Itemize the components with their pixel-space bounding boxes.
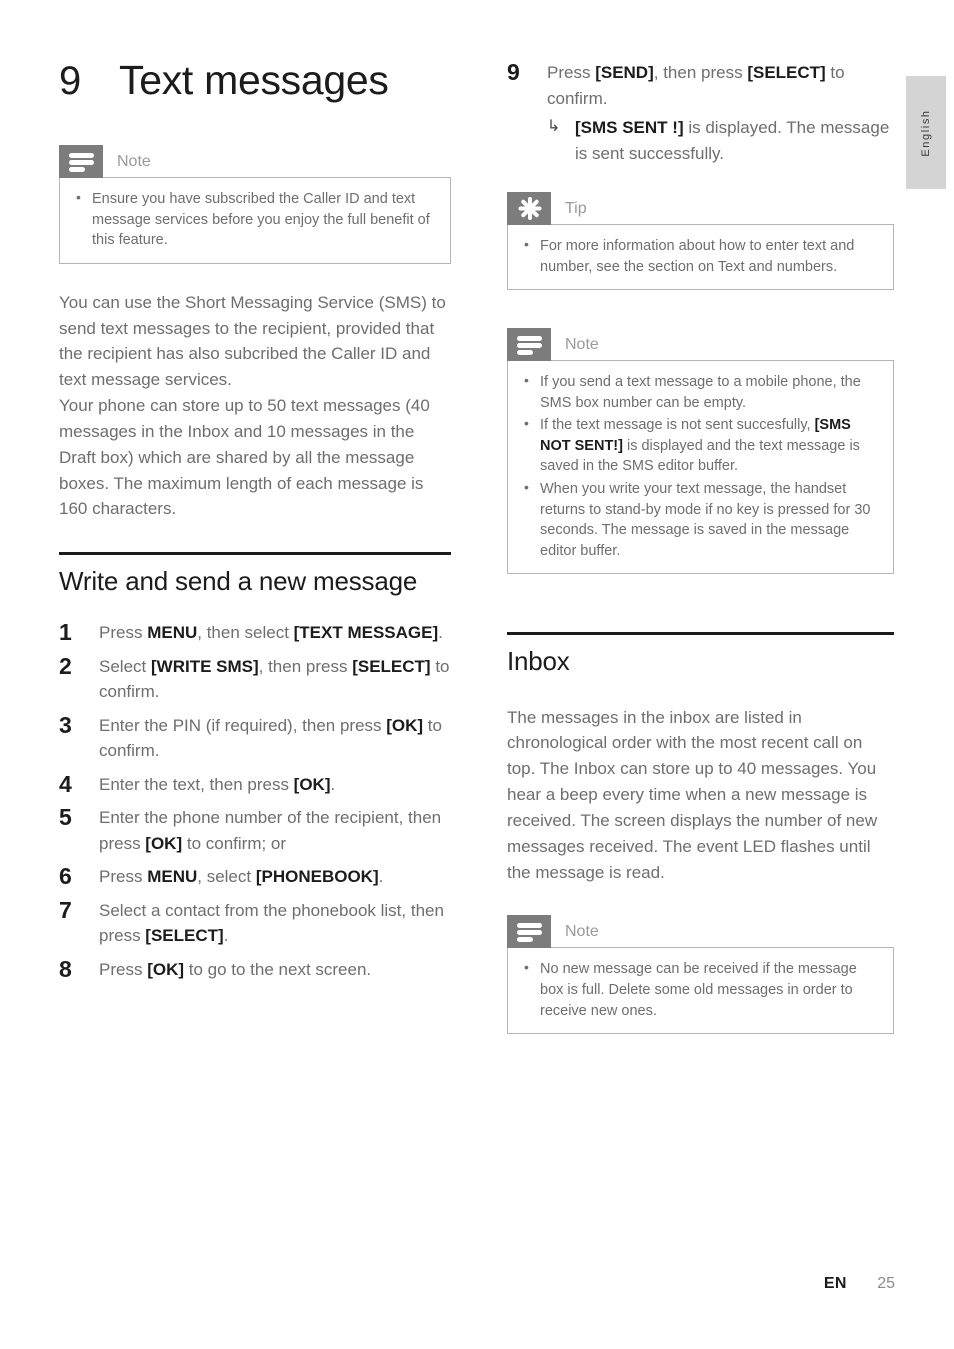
callout-list: Ensure you have subscribed the Caller ID… — [74, 188, 436, 251]
inbox-paragraphs: The messages in the inbox are listed in … — [507, 705, 894, 886]
step-text: Press MENU, select [PHONEBOOK]. — [99, 867, 384, 887]
step-text: Press MENU, then select [TEXT MESSAGE]. — [99, 623, 443, 643]
manual-page: English 9 Text messages Note Ensure you … — [0, 0, 954, 1349]
section-rule — [59, 552, 451, 556]
language-tab-label: English — [920, 108, 932, 157]
footer-page-number: 25 — [877, 1275, 895, 1292]
list-item: If the text message is not sent succesfu… — [522, 414, 879, 477]
step-text: Enter the phone number of the recipient,… — [99, 808, 442, 853]
left-column: 9 Text messages Note Ensure you have sub… — [59, 60, 451, 990]
chapter-number: 9 — [59, 59, 82, 103]
paragraph: The messages in the inbox are listed in … — [507, 707, 878, 882]
paragraph: You can use the Short Messaging Service … — [59, 292, 446, 390]
step-text: Select [WRITE SMS], then press [SELECT] … — [99, 656, 450, 702]
callout-label: Note — [565, 335, 599, 353]
footer-language-code: EN — [823, 1275, 847, 1292]
steps-list: 1 Press MENU, then select [TEXT MESSAGE]… — [59, 620, 451, 982]
note-lines-icon — [507, 915, 551, 949]
step-text: Enter the PIN (if required), then press … — [99, 715, 442, 761]
section-title-inbox: Inbox — [507, 646, 570, 677]
list-item: Ensure you have subscribed the Caller ID… — [74, 188, 436, 251]
step-item: 1 Press MENU, then select [TEXT MESSAGE]… — [59, 620, 451, 646]
callout-label: Note — [117, 152, 151, 170]
chapter-heading: 9 Text messages — [59, 57, 451, 103]
note-lines-icon — [59, 145, 103, 178]
step-item: 5 Enter the phone number of the recipien… — [59, 805, 451, 856]
note-lines-icon — [507, 328, 551, 362]
note-callout-middle: Note If you send a text message to a mob… — [507, 328, 894, 575]
callout-header: Note — [59, 145, 451, 178]
callout-header: Note — [507, 328, 894, 362]
intro-paragraphs: You can use the Short Messaging Service … — [59, 290, 451, 522]
result-arrow-icon: ↳ — [547, 118, 561, 135]
starburst-icon — [507, 192, 551, 225]
callout-header: Note — [507, 915, 894, 949]
step-item: 6 Press MENU, select [PHONEBOOK]. — [59, 864, 451, 890]
callout-label: Note — [565, 922, 599, 940]
step-item: 7 Select a contact from the phonebook li… — [59, 898, 451, 949]
step-text: Select a contact from the phonebook list… — [99, 900, 444, 946]
callout-list: For more information about how to enter … — [522, 235, 879, 277]
step-number: 9 — [507, 59, 520, 85]
list-item: For more information about how to enter … — [522, 235, 879, 277]
page-footer: EN 25 — [0, 1275, 954, 1293]
step-item: 9 Press [SEND], then press [SELECT] to c… — [507, 60, 894, 166]
chapter-title: Text messages — [119, 57, 389, 103]
tip-callout: Tip For more information about how to en… — [507, 192, 894, 291]
note-callout-top: Note Ensure you have subscribed the Call… — [59, 145, 451, 264]
step-number: 4 — [59, 770, 72, 797]
step-number: 8 — [59, 955, 72, 982]
callout-list: No new message can be received if the me… — [522, 958, 879, 1021]
callout-body: Ensure you have subscribed the Caller ID… — [59, 177, 451, 264]
section-title-write-send: Write and send a new message — [59, 566, 418, 597]
right-column: 9 Press [SEND], then press [SELECT] to c… — [507, 60, 894, 1060]
callout-body: No new message can be received if the me… — [507, 947, 894, 1035]
step-text: Press [SEND], then press [SELECT] to con… — [547, 63, 845, 108]
step-item: 2 Select [WRITE SMS], then press [SELECT… — [59, 654, 451, 705]
note-callout-bottom: Note No new message can be received if t… — [507, 915, 894, 1035]
step-item: 3 Enter the PIN (if required), then pres… — [59, 713, 451, 764]
section-rule — [507, 632, 894, 636]
step-number: 5 — [59, 804, 72, 831]
callout-header: Tip — [507, 192, 894, 225]
steps-list-continued: 9 Press [SEND], then press [SELECT] to c… — [507, 60, 894, 166]
list-item: When you write your text message, the ha… — [522, 478, 879, 561]
list-item: If you send a text message to a mobile p… — [522, 371, 879, 413]
step-number: 7 — [59, 896, 72, 923]
list-item: No new message can be received if the me… — [522, 958, 879, 1021]
result-text: [SMS SENT !] is displayed. The message i… — [575, 118, 890, 163]
step-item: 4 Enter the text, then press [OK]. — [59, 772, 451, 798]
step-number: 1 — [59, 619, 72, 646]
callout-body: For more information about how to enter … — [507, 224, 894, 291]
step-number: 3 — [59, 711, 72, 738]
callout-body: If you send a text message to a mobile p… — [507, 360, 894, 575]
paragraph: Your phone can store up to 50 text messa… — [59, 396, 430, 519]
step-text-wrapper: Press [SEND], then press [SELECT] to con… — [547, 60, 894, 166]
step-text: Press [OK] to go to the next screen. — [99, 959, 372, 979]
step-result: ↳ [SMS SENT !] is displayed. The message… — [547, 115, 894, 166]
callout-label: Tip — [565, 199, 587, 217]
step-text: Enter the text, then press [OK]. — [99, 774, 336, 794]
step-item: 8 Press [OK] to go to the next screen. — [59, 957, 451, 983]
language-tab: English — [906, 76, 946, 189]
step-number: 2 — [59, 652, 72, 679]
callout-list: If you send a text message to a mobile p… — [522, 371, 879, 561]
step-number: 6 — [59, 863, 72, 890]
